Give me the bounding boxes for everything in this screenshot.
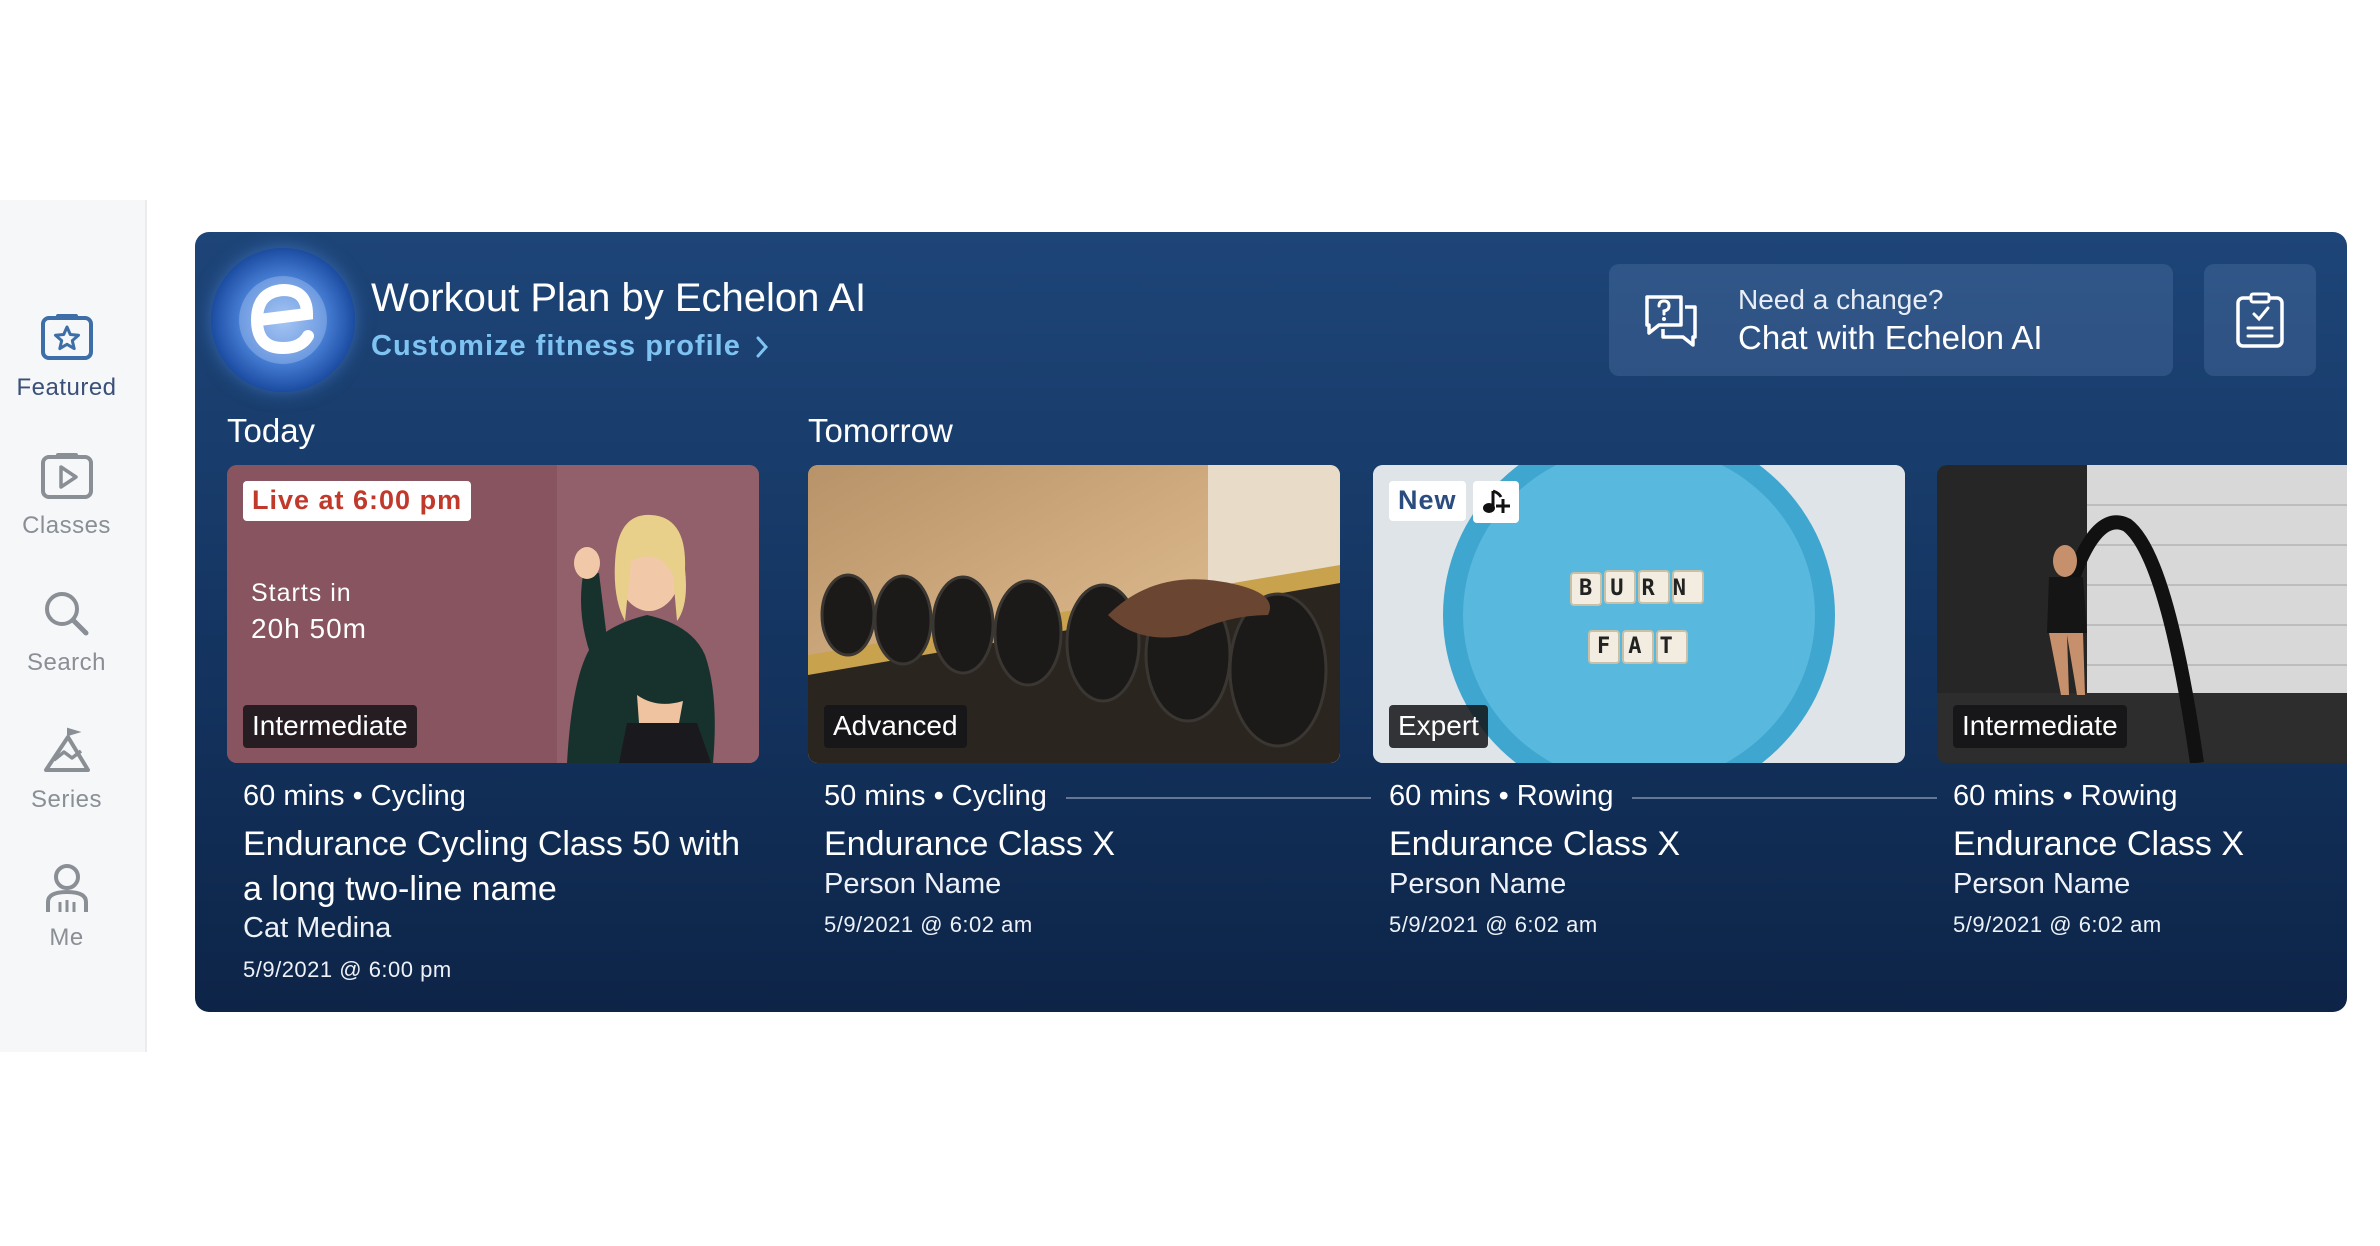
- music-badge: [1473, 481, 1519, 523]
- instructor-name: Cat Medina: [243, 912, 392, 944]
- connector-line: [1632, 797, 1937, 799]
- search-icon: [44, 592, 88, 636]
- chat-title: Chat with Echelon AI: [1738, 319, 2043, 356]
- echelon-logo: [211, 248, 355, 392]
- plan-title: Workout Plan by Echelon AI: [371, 276, 867, 320]
- level-badge: Intermediate: [1953, 705, 2127, 748]
- scrabble-tiles: BURN FAT: [1571, 573, 1703, 663]
- tiles-row-2: FAT: [1597, 634, 1691, 659]
- series-icon: [43, 727, 90, 772]
- chat-subtitle: Need a change?: [1738, 284, 1944, 315]
- starts-in-label: Starts in: [251, 579, 352, 607]
- class-date: 5/9/2021 @ 6:02 am: [1389, 912, 1598, 937]
- class-title[interactable]: Endurance Class X: [1953, 822, 2244, 867]
- nav-item-series[interactable]: Series: [0, 722, 133, 814]
- class-meta: 60 mins • Rowing: [1953, 780, 2178, 812]
- plan-checklist-button[interactable]: [2204, 264, 2316, 376]
- class-date: 5/9/2021 @ 6:02 am: [1953, 912, 2162, 937]
- nav-label: Featured: [16, 374, 117, 401]
- nav-item-featured[interactable]: Featured: [0, 310, 133, 402]
- person-icon: [45, 864, 88, 912]
- instructor-name: Person Name: [1953, 868, 2131, 900]
- class-card-3-thumbnail[interactable]: BURN FAT New Expert: [1373, 465, 1905, 763]
- featured-icon: [40, 314, 93, 360]
- class-date: 5/9/2021 @ 6:00 pm: [243, 957, 452, 982]
- nav-label: Search: [26, 649, 107, 676]
- sidebar: Featured Classes Search Series Me: [0, 200, 147, 1052]
- level-badge: Expert: [1389, 705, 1488, 748]
- class-meta: 60 mins • Cycling: [243, 780, 466, 812]
- nav-label: Classes: [22, 512, 111, 539]
- instructor-name: Person Name: [824, 868, 1002, 900]
- customize-profile-link[interactable]: Customize fitness profile: [371, 330, 769, 363]
- class-title[interactable]: Endurance Cycling Class 50 with a long t…: [243, 822, 763, 912]
- class-card-1-thumbnail[interactable]: Live at 6:00 pm Starts in 20h 50m Interm…: [227, 465, 759, 763]
- music-plus-icon: [1483, 489, 1510, 513]
- nav-label: Series: [30, 786, 103, 813]
- chat-question-icon: [1645, 295, 1697, 347]
- level-badge: Advanced: [824, 705, 967, 748]
- connector-line: [1066, 797, 1371, 799]
- nav-item-classes[interactable]: Classes: [0, 448, 133, 540]
- tomorrow-label: Tomorrow: [808, 412, 953, 449]
- workout-plan-panel: Workout Plan by Echelon AI Customize fit…: [195, 232, 2347, 1012]
- today-label: Today: [227, 412, 316, 449]
- nav-item-me[interactable]: Me: [0, 860, 133, 952]
- level-badge: Intermediate: [243, 705, 417, 748]
- class-title[interactable]: Endurance Class X: [1389, 822, 1680, 867]
- clipboard-check-icon: [2236, 292, 2284, 348]
- class-title[interactable]: Endurance Class X: [824, 822, 1115, 867]
- chevron-right-icon: [756, 336, 768, 357]
- starts-in-value: 20h 50m: [251, 613, 367, 644]
- class-card-4-thumbnail[interactable]: Intermediate: [1937, 465, 2347, 763]
- play-icon: [40, 453, 93, 499]
- chat-echelon-ai-button[interactable]: Need a change? Chat with Echelon AI: [1609, 264, 2173, 376]
- new-badge: New: [1389, 481, 1466, 521]
- nav-item-search[interactable]: Search: [0, 585, 133, 677]
- class-meta: 50 mins • Cycling: [824, 780, 1047, 812]
- class-meta: 60 mins • Rowing: [1389, 780, 1614, 812]
- class-card-2-thumbnail[interactable]: Advanced: [808, 465, 1340, 763]
- tiles-row-1: BURN: [1579, 576, 1704, 601]
- echelon-e-icon: [239, 276, 327, 364]
- customize-profile-label: Customize fitness profile: [371, 330, 741, 362]
- instructor-name: Person Name: [1389, 868, 1567, 900]
- class-date: 5/9/2021 @ 6:02 am: [824, 912, 1033, 937]
- nav-label: Me: [49, 924, 84, 951]
- live-badge: Live at 6:00 pm: [243, 481, 472, 521]
